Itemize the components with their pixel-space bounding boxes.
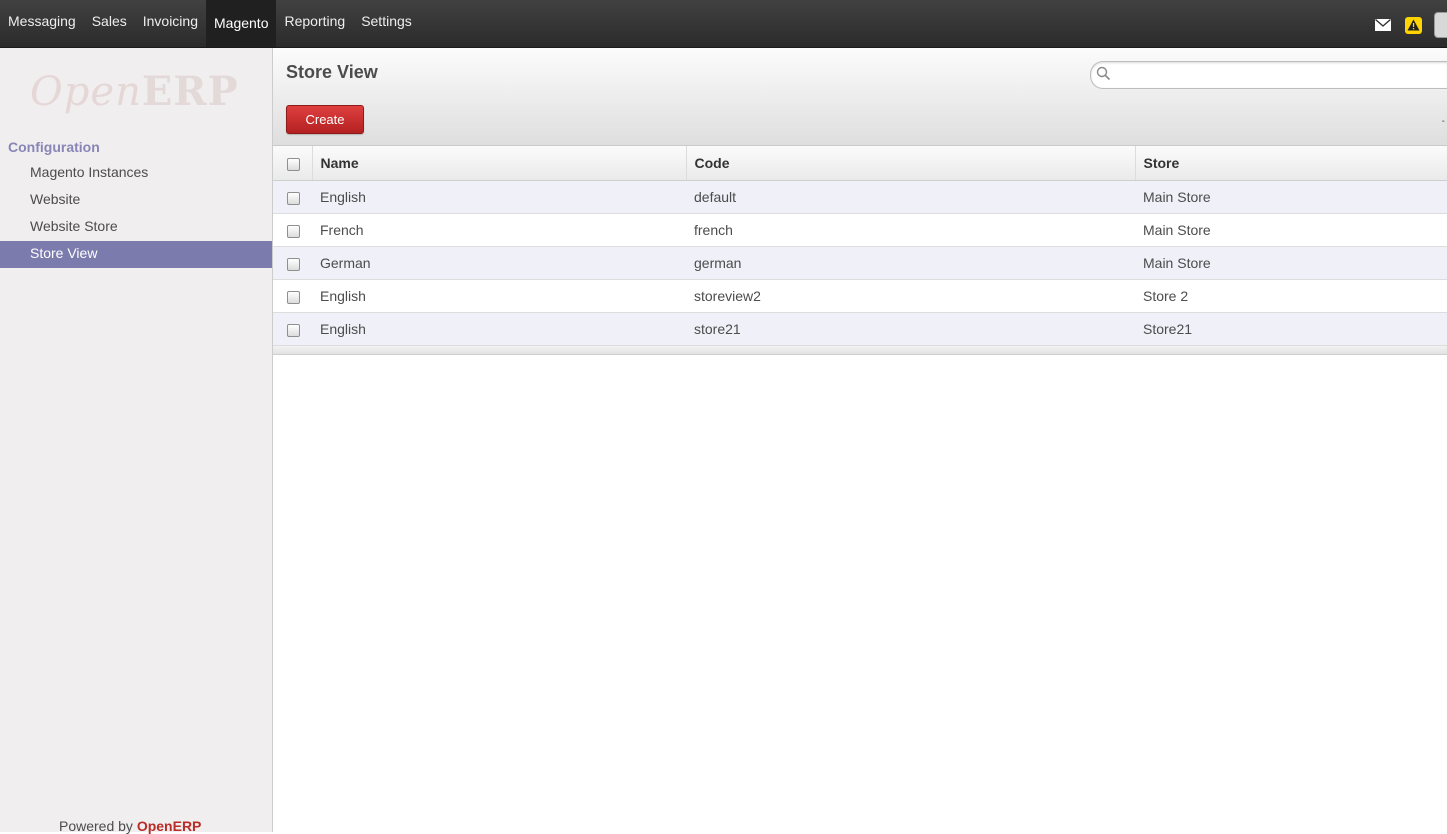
row-checkbox[interactable] [287, 257, 300, 271]
cell-code[interactable]: storeview2 [686, 279, 1135, 313]
menu-messaging[interactable]: Messaging [0, 0, 84, 47]
cell-code[interactable]: default [686, 180, 1135, 214]
cell-store[interactable]: Main Store [1135, 213, 1447, 247]
table-row[interactable]: English store21 Store21 [273, 312, 1447, 346]
cell-store[interactable]: Main Store [1135, 246, 1447, 280]
table-row[interactable]: German german Main Store [273, 246, 1447, 280]
openerp-logo[interactable]: OpenERP [30, 68, 239, 115]
menu-settings[interactable]: Settings [353, 0, 420, 47]
sidebar-item-store-view[interactable]: Store View [0, 241, 272, 268]
cell-name[interactable]: French [312, 213, 686, 247]
table-row[interactable]: English storeview2 Store 2 [273, 279, 1447, 313]
column-header-name[interactable]: Name [312, 146, 687, 181]
menu-sales[interactable]: Sales [84, 0, 135, 47]
cell-store[interactable]: Store21 [1135, 312, 1447, 346]
main-menu: Messaging Sales Invoicing Magento Report… [0, 0, 1447, 47]
cell-code[interactable]: german [686, 246, 1135, 280]
page-title: Store View [286, 62, 378, 82]
row-checkbox[interactable] [287, 191, 300, 205]
menu-invoicing[interactable]: Invoicing [135, 0, 206, 47]
sidebar-section-configuration: Configuration [8, 139, 100, 155]
select-all-cell [273, 146, 313, 181]
menu-magento[interactable]: Magento [206, 0, 277, 47]
sidebar-menu: Magento Instances Website Website Store … [0, 160, 272, 268]
table-row[interactable]: English default Main Store [273, 180, 1447, 214]
mail-icon[interactable] [1368, 13, 1398, 37]
row-select-cell [273, 279, 312, 313]
create-button[interactable]: Create [286, 105, 364, 134]
table-footer [273, 346, 1447, 355]
sidebar-item-magento-instances[interactable]: Magento Instances [0, 160, 272, 187]
cell-name[interactable]: English [312, 180, 686, 214]
row-select-cell [273, 180, 312, 214]
row-checkbox[interactable] [287, 323, 300, 337]
alert-icon[interactable] [1405, 16, 1422, 34]
row-checkbox[interactable] [287, 224, 300, 238]
row-select-cell [273, 246, 312, 280]
row-select-cell [273, 213, 312, 247]
cell-name[interactable]: German [312, 246, 686, 280]
cell-store[interactable]: Store 2 [1135, 279, 1447, 313]
sidebar: OpenERP Configuration Magento Instances … [0, 48, 273, 834]
topbar-icons [1368, 12, 1447, 38]
search-box[interactable] [1090, 61, 1447, 89]
table-header-row: Name Code Store [273, 146, 1447, 181]
view-header: Store View Create - [273, 48, 1447, 146]
row-checkbox[interactable] [287, 290, 300, 304]
cell-store[interactable]: Main Store [1135, 180, 1447, 214]
logo-erp-text: ERP [141, 68, 239, 115]
search-input[interactable] [1117, 65, 1441, 87]
sidebar-item-website[interactable]: Website [0, 187, 272, 214]
column-header-store[interactable]: Store [1135, 146, 1447, 181]
top-menu-bar: Messaging Sales Invoicing Magento Report… [0, 0, 1447, 48]
column-header-code[interactable]: Code [686, 146, 1136, 181]
row-select-cell [273, 312, 312, 346]
store-view-table: Name Code Store English default Main Sto… [273, 146, 1447, 346]
cell-code[interactable]: store21 [686, 312, 1135, 346]
menu-reporting[interactable]: Reporting [276, 0, 353, 47]
cell-name[interactable]: English [312, 279, 686, 313]
avatar[interactable] [1434, 12, 1447, 38]
select-all-checkbox[interactable] [287, 157, 300, 171]
cell-code[interactable]: french [686, 213, 1135, 247]
cell-name[interactable]: English [312, 312, 686, 346]
search-icon [1096, 66, 1111, 84]
sidebar-item-website-store[interactable]: Website Store [0, 214, 272, 241]
logo-open-text: Open [30, 69, 142, 115]
table-row[interactable]: French french Main Store [273, 213, 1447, 247]
header-dash: - [1441, 116, 1445, 127]
